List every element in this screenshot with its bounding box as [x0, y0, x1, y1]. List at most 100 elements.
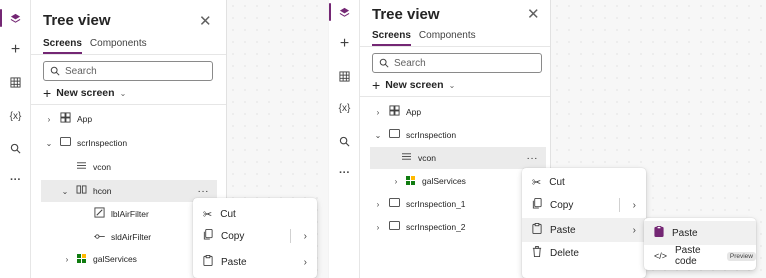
chevron-down-icon[interactable]: ⌄	[45, 139, 53, 148]
chevron-right-icon[interactable]: ›	[63, 255, 71, 264]
search-icon[interactable]	[0, 136, 31, 160]
layers-icon[interactable]	[0, 6, 31, 30]
tree-node-vcon[interactable]: vcon	[71, 156, 217, 178]
plus-icon: +	[372, 77, 381, 93]
divider	[290, 229, 291, 243]
layers-icon[interactable]	[329, 0, 360, 24]
menu-item-label: Delete	[550, 247, 579, 259]
divider	[360, 96, 550, 97]
divider	[31, 104, 226, 105]
divider	[360, 46, 550, 47]
new-screen-button[interactable]: + New screen ⌄	[43, 85, 126, 101]
chevron-right-icon[interactable]: ›	[304, 257, 307, 268]
chevron-down-icon[interactable]: ⌄	[374, 131, 382, 140]
chevron-right-icon[interactable]: ›	[633, 225, 636, 236]
tree-node-scrinspection-2[interactable]: › scrInspection_2	[370, 216, 520, 238]
chevron-right-icon[interactable]: ›	[45, 115, 53, 124]
menu-item-delete[interactable]: Delete	[522, 241, 646, 265]
copy-icon	[532, 198, 542, 212]
chevron-right-icon[interactable]: ›	[374, 108, 382, 117]
menu-item-label: Paste	[221, 256, 247, 268]
menu-item-label: Copy	[221, 230, 245, 242]
screen-icon	[388, 129, 400, 141]
variables-icon[interactable]: {x}	[329, 96, 360, 120]
tree-node-scrinspection-1[interactable]: › scrInspection_1	[370, 193, 520, 215]
right-app-rail: + {x} ···	[329, 0, 360, 278]
tree-node-label: sldAirFilter	[111, 232, 152, 242]
search-icon	[50, 66, 60, 76]
menu-item-label: Paste	[550, 224, 576, 236]
search-icon	[379, 58, 389, 68]
preview-badge: Preview	[726, 251, 756, 261]
new-screen-label: New screen	[56, 87, 115, 99]
table-icon[interactable]	[0, 70, 31, 94]
screen-icon	[59, 137, 71, 149]
search-placeholder: Search	[65, 65, 97, 77]
chevron-right-icon[interactable]: ›	[304, 231, 307, 242]
menu-item-label: Paste code	[675, 245, 701, 267]
paste-submenu: Paste </> Paste code Preview	[644, 218, 756, 270]
menu-item-copy[interactable]: Copy ›	[522, 193, 646, 217]
tree-node-scrinspection[interactable]: ⌄ scrInspection	[41, 132, 217, 154]
tree-node-label: galServices	[422, 176, 466, 186]
tree-node-vcon[interactable]: vcon ···	[370, 147, 546, 169]
menu-item-cut[interactable]: ✂ Cut	[522, 170, 646, 194]
table-icon[interactable]	[329, 64, 360, 88]
scissors-icon: ✂	[203, 208, 213, 221]
divider	[31, 54, 226, 55]
tab-components[interactable]: Components	[419, 30, 476, 46]
menu-item-paste[interactable]: Paste ›	[522, 218, 646, 242]
more-options-icon[interactable]: ···	[198, 186, 210, 197]
menu-item-paste[interactable]: Paste ›	[193, 250, 317, 274]
tab-list: Screens Components	[372, 30, 476, 46]
app-icon	[388, 105, 400, 119]
tree-node-label: vcon	[93, 162, 111, 172]
more-options-icon[interactable]: ···	[527, 153, 539, 164]
plus-icon[interactable]: +	[329, 32, 360, 56]
right-context-menu: ✂ Cut Copy › Paste › Delete	[522, 168, 646, 278]
menu-item-copy[interactable]: Copy ›	[193, 224, 317, 248]
divider	[619, 198, 620, 212]
menu-item-label: Copy	[550, 199, 574, 211]
scissors-icon: ✂	[532, 176, 542, 189]
tree-node-label: scrInspection	[77, 138, 128, 148]
tree-node-hcon[interactable]: ⌄ hcon ···	[41, 180, 217, 202]
plus-icon[interactable]: +	[0, 38, 31, 62]
chevron-right-icon[interactable]: ›	[374, 200, 382, 209]
label-control-icon	[93, 207, 105, 221]
tab-list: Screens Components	[43, 38, 147, 54]
tree-node-scrinspection[interactable]: ⌄ scrInspection	[370, 124, 546, 146]
tree-node-app[interactable]: › App	[370, 101, 546, 123]
tab-screens[interactable]: Screens	[372, 30, 411, 46]
plus-icon: +	[43, 85, 52, 101]
close-icon[interactable]: ✕	[527, 5, 540, 23]
variables-icon[interactable]: {x}	[0, 104, 31, 128]
search-icon[interactable]	[329, 129, 360, 153]
tab-screens[interactable]: Screens	[43, 38, 82, 54]
tree-node-app[interactable]: › App	[41, 108, 217, 130]
submenu-item-paste-code[interactable]: </> Paste code Preview	[644, 244, 756, 268]
search-input[interactable]: Search	[43, 61, 213, 81]
vertical-container-icon	[400, 152, 412, 164]
chevron-right-icon[interactable]: ›	[633, 200, 636, 211]
chevron-down-icon[interactable]: ⌄	[61, 187, 69, 196]
close-icon[interactable]: ✕	[199, 12, 212, 30]
chevron-right-icon[interactable]: ›	[374, 223, 382, 232]
submenu-item-paste[interactable]: Paste	[644, 221, 756, 245]
menu-item-cut[interactable]: ✂ Cut	[193, 202, 317, 226]
more-icon[interactable]: ···	[0, 168, 31, 192]
screenshot-root: + {x} ··· Tree view ✕ Screens Components…	[0, 0, 766, 278]
tab-components[interactable]: Components	[90, 38, 147, 54]
chevron-down-icon: ⌄	[448, 80, 456, 90]
slider-control-icon	[93, 232, 105, 243]
search-input[interactable]: Search	[372, 53, 542, 73]
new-screen-button[interactable]: + New screen ⌄	[372, 77, 455, 93]
code-icon: </>	[654, 251, 668, 261]
menu-item-label: Paste	[672, 227, 698, 239]
tree-node-label: scrInspection_2	[406, 222, 466, 232]
chevron-right-icon[interactable]: ›	[392, 177, 400, 186]
gallery-icon	[77, 254, 87, 264]
more-icon[interactable]: ···	[329, 161, 360, 185]
new-screen-label: New screen	[385, 79, 444, 91]
horizontal-container-icon	[75, 185, 87, 197]
